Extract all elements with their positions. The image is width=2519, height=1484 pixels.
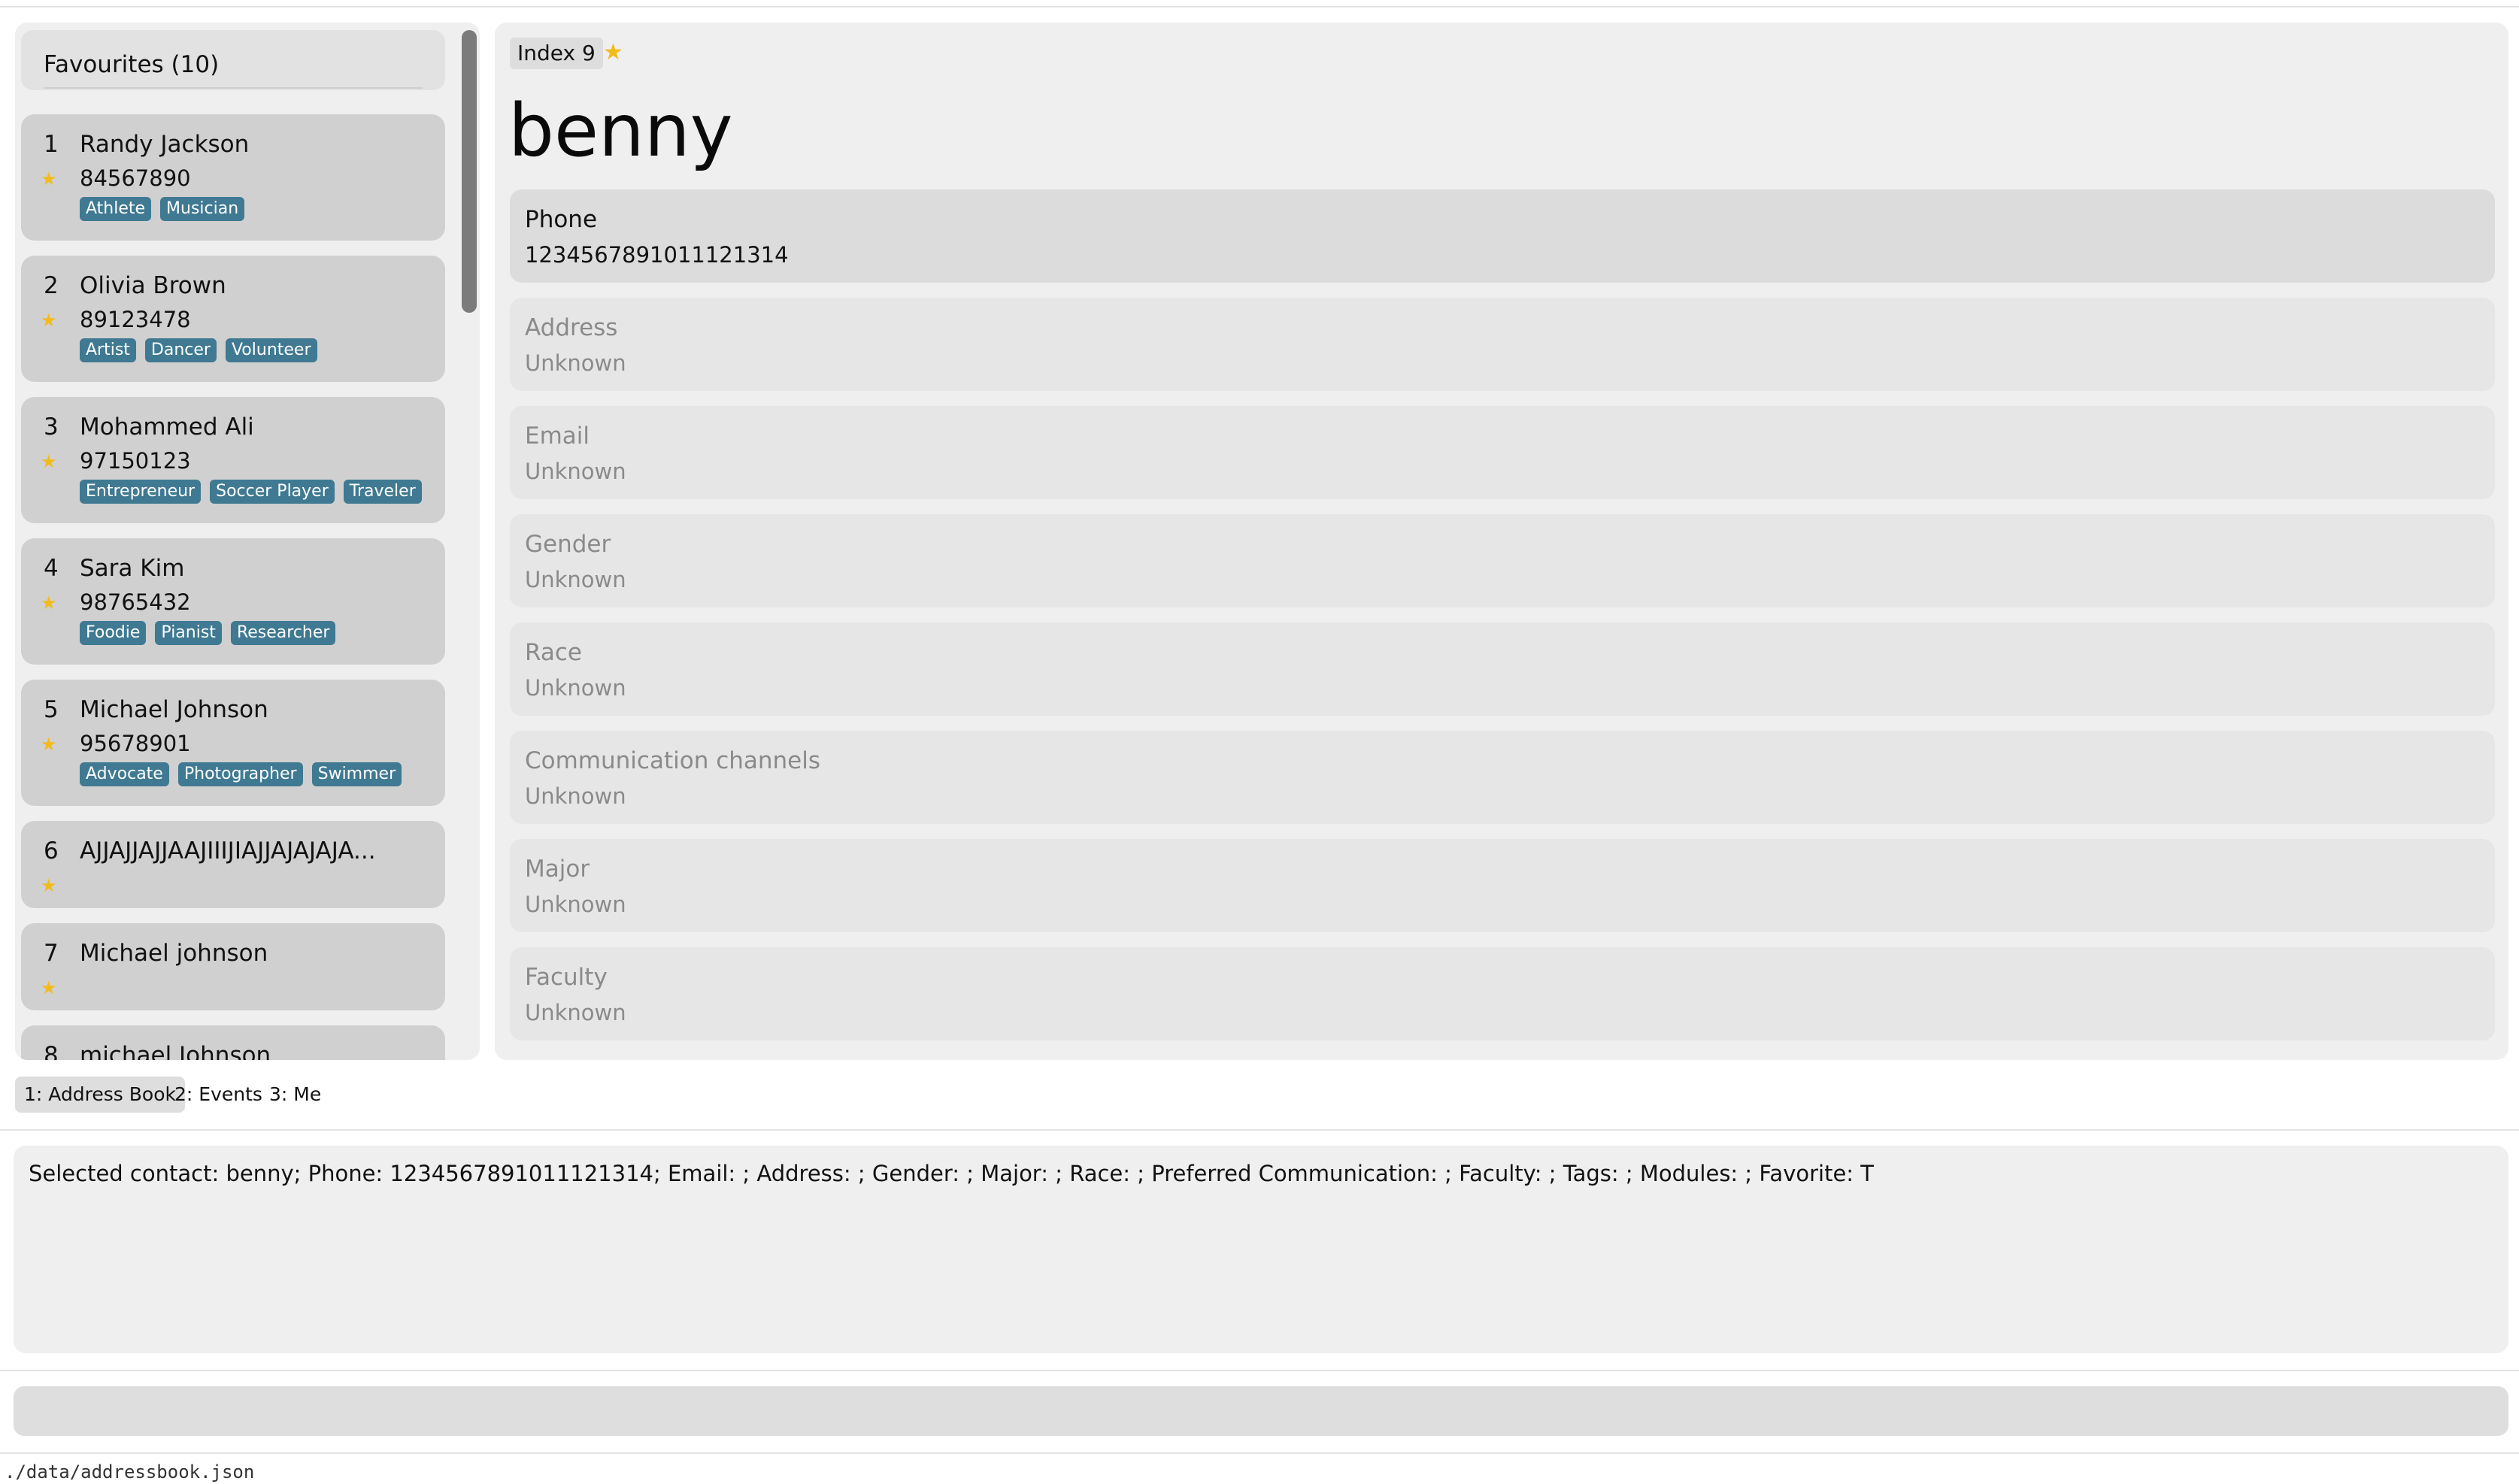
contact-name: Michael Johnson xyxy=(80,696,268,723)
field-value: Unknown xyxy=(525,892,626,917)
command-input[interactable] xyxy=(14,1386,2508,1436)
field-faculty[interactable]: Faculty Unknown xyxy=(510,947,2495,1040)
contact-phone: 97150123 xyxy=(80,448,191,474)
contact-index: 5 xyxy=(44,696,59,723)
contact-card[interactable]: 3 Mohammed Ali ★ 97150123 Entrepreneur S… xyxy=(21,397,445,523)
contact-index: 2 xyxy=(44,272,59,299)
contact-phone: 84567890 xyxy=(80,165,191,191)
result-text: Selected contact: benny; Phone: 12345678… xyxy=(29,1161,1874,1186)
field-label: Race xyxy=(525,639,582,666)
star-icon: ★ xyxy=(41,451,57,472)
top-divider xyxy=(0,6,2519,8)
tab-me[interactable]: 3: Me xyxy=(260,1077,330,1113)
divider xyxy=(0,1129,2519,1131)
field-gender[interactable]: Gender Unknown xyxy=(510,514,2495,607)
tag: Athlete xyxy=(80,197,152,221)
contact-list-panel: Favourites (10) 1 Randy Jackson ★ 845678… xyxy=(15,23,480,1060)
contact-card[interactable]: 8 michael Johnson xyxy=(21,1025,445,1060)
field-value: Unknown xyxy=(525,675,626,701)
contact-index: 6 xyxy=(44,837,59,865)
contact-name: Michael johnson xyxy=(80,940,268,967)
tag-list: Foodie Pianist Researcher xyxy=(80,621,336,645)
tag: Foodie xyxy=(80,621,147,645)
contact-name: AJJAJJAJJAAJIIIJIAJJAJAJAJA... xyxy=(80,837,376,865)
tag: Musician xyxy=(160,197,245,221)
tag: Artist xyxy=(80,338,136,362)
contact-card[interactable]: 7 Michael johnson ★ xyxy=(21,923,445,1010)
field-communication-channels[interactable]: Communication channels Unknown xyxy=(510,731,2495,824)
contact-index: 4 xyxy=(44,555,59,582)
contact-phone: 98765432 xyxy=(80,589,191,615)
field-label: Faculty xyxy=(525,964,608,991)
divider xyxy=(0,1452,2519,1454)
tag-list: Artist Dancer Volunteer xyxy=(80,338,317,362)
field-value: Unknown xyxy=(525,350,626,376)
field-race[interactable]: Race Unknown xyxy=(510,622,2495,716)
tag: Photographer xyxy=(177,762,303,786)
contact-title: benny xyxy=(508,89,733,173)
field-label: Communication channels xyxy=(525,747,821,774)
field-address[interactable]: Address Unknown xyxy=(510,298,2495,391)
star-icon: ★ xyxy=(41,977,57,998)
star-icon: ★ xyxy=(41,592,57,613)
divider xyxy=(0,1370,2519,1371)
field-label: Email xyxy=(525,422,590,450)
tag-list: Entrepreneur Soccer Player Traveler xyxy=(80,480,422,504)
field-label: Gender xyxy=(525,531,611,558)
contact-name: Sara Kim xyxy=(80,555,185,582)
contact-index: 7 xyxy=(44,940,59,967)
star-icon: ★ xyxy=(41,310,57,331)
field-value: Unknown xyxy=(525,1000,626,1025)
tag: Swimmer xyxy=(311,762,402,786)
tag-list: Advocate Photographer Swimmer xyxy=(80,762,402,786)
contact-card[interactable]: 5 Michael Johnson ★ 95678901 Advocate Ph… xyxy=(21,680,445,806)
contact-detail-panel: Index 9 ★ benny Phone 123456789101112131… xyxy=(495,23,2508,1060)
tag: Soccer Player xyxy=(210,480,335,504)
field-value: Unknown xyxy=(525,459,626,484)
contact-card[interactable]: 6 AJJAJJAJJAAJIIIJIAJJAJAJAJA... ★ xyxy=(21,821,445,908)
contact-index: 3 xyxy=(44,413,59,441)
favourites-label: Favourites (10) xyxy=(44,51,220,78)
index-badge: Index 9 xyxy=(510,38,603,69)
tab-events[interactable]: 2: Events xyxy=(165,1077,271,1113)
contact-name: Randy Jackson xyxy=(80,131,250,158)
favourite-star-icon: ★ xyxy=(603,39,623,65)
contact-name: Olivia Brown xyxy=(80,272,226,299)
contact-phone: 95678901 xyxy=(80,731,191,756)
contact-phone: 89123478 xyxy=(80,307,191,332)
field-email[interactable]: Email Unknown xyxy=(510,406,2495,499)
field-phone[interactable]: Phone 1234567891011121314 xyxy=(510,189,2495,283)
field-value: Unknown xyxy=(525,567,626,592)
tab-address-book[interactable]: 1: Address Book xyxy=(15,1077,186,1113)
contact-index: 1 xyxy=(44,131,59,158)
star-icon: ★ xyxy=(41,875,57,896)
field-label: Address xyxy=(525,314,618,341)
favourites-header[interactable]: Favourites (10) xyxy=(21,30,445,90)
list-scrollbar-thumb[interactable] xyxy=(462,30,477,313)
tag: Pianist xyxy=(155,621,222,645)
status-bar-path: ./data/addressbook.json xyxy=(5,1461,255,1482)
tag: Researcher xyxy=(230,621,336,645)
contact-card[interactable]: 1 Randy Jackson ★ 84567890 Athlete Music… xyxy=(21,114,445,241)
tag: Entrepreneur xyxy=(80,480,202,504)
result-display[interactable]: Selected contact: benny; Phone: 12345678… xyxy=(14,1146,2508,1353)
contact-card[interactable]: 4 Sara Kim ★ 98765432 Foodie Pianist Res… xyxy=(21,538,445,665)
tag: Traveler xyxy=(343,480,422,504)
favourites-underline xyxy=(44,87,423,89)
star-icon: ★ xyxy=(41,734,57,755)
contact-index: 8 xyxy=(44,1042,59,1060)
tag: Dancer xyxy=(144,338,217,362)
field-value: Unknown xyxy=(525,783,626,809)
field-major[interactable]: Major Unknown xyxy=(510,839,2495,932)
tag-list: Athlete Musician xyxy=(80,197,245,221)
tag: Volunteer xyxy=(225,338,317,362)
field-label: Phone xyxy=(525,206,598,233)
contact-card[interactable]: 2 Olivia Brown ★ 89123478 Artist Dancer … xyxy=(21,256,445,382)
star-icon: ★ xyxy=(41,168,57,189)
contact-name: Mohammed Ali xyxy=(80,413,254,441)
field-label: Major xyxy=(525,856,590,883)
field-value: 1234567891011121314 xyxy=(525,242,789,268)
contact-name: michael Johnson xyxy=(80,1042,271,1060)
tag: Advocate xyxy=(80,762,169,786)
